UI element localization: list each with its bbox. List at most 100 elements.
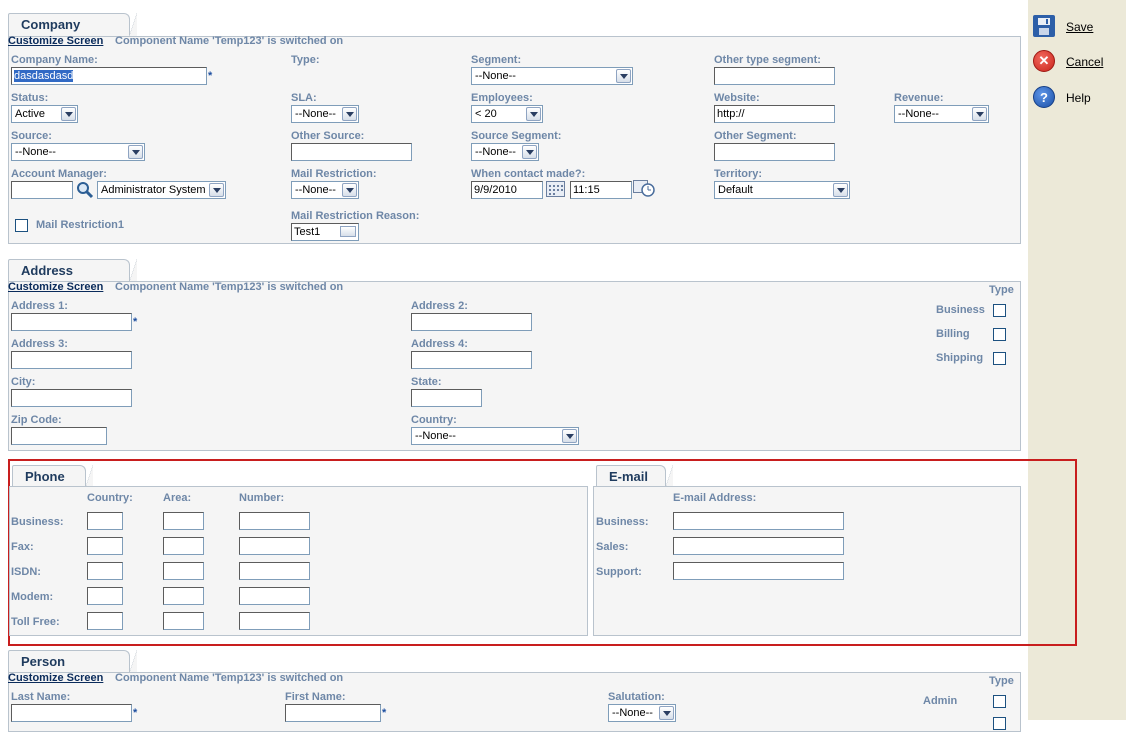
source-select[interactable]: --None-- bbox=[11, 143, 145, 161]
phone-business-number-input[interactable] bbox=[239, 512, 310, 530]
contact-date-input[interactable]: 9/9/2010 bbox=[471, 181, 543, 199]
contact-time-input[interactable]: 11:15 bbox=[570, 181, 632, 199]
website-input[interactable]: http:// bbox=[714, 105, 835, 123]
required-marker: * bbox=[133, 707, 138, 719]
email-sales-input[interactable] bbox=[673, 537, 844, 555]
territory-value: Default bbox=[718, 184, 753, 196]
mail-restriction-select[interactable]: --None-- bbox=[291, 181, 359, 199]
component-note-address: Component Name 'Temp123' is switched on bbox=[115, 281, 344, 293]
address3-label: Address 3: bbox=[11, 338, 68, 350]
tab-person: Person bbox=[8, 650, 137, 674]
account-manager-input[interactable] bbox=[11, 181, 73, 199]
mail-restriction-reason-label: Mail Restriction Reason: bbox=[291, 210, 420, 222]
company-name-input[interactable]: dasdasdasd bbox=[11, 67, 207, 85]
cancel-button[interactable]: ✕ Cancel bbox=[1033, 50, 1113, 74]
shipping-type-checkbox[interactable] bbox=[993, 352, 1006, 365]
last-name-input[interactable] bbox=[11, 704, 132, 722]
state-input[interactable] bbox=[411, 389, 482, 407]
mail-restriction-value: --None-- bbox=[295, 184, 336, 196]
customize-screen-link-company[interactable]: Customize Screen bbox=[8, 35, 103, 47]
phone-tollfree-country-input[interactable] bbox=[87, 612, 123, 630]
calendar-icon[interactable] bbox=[546, 181, 565, 197]
website-value: http:// bbox=[717, 108, 745, 120]
phone-tollfree-area-input[interactable] bbox=[163, 612, 204, 630]
phone-fax-area-input[interactable] bbox=[163, 537, 204, 555]
other-source-input[interactable] bbox=[291, 143, 412, 161]
employees-value: < 20 bbox=[475, 108, 497, 120]
source-segment-select[interactable]: --None-- bbox=[471, 143, 539, 161]
tab-address: Address bbox=[8, 259, 137, 283]
phone-fax-country-input[interactable] bbox=[87, 537, 123, 555]
mail-restriction-reason-input[interactable]: Test1 bbox=[291, 223, 359, 241]
list-picker-icon[interactable] bbox=[340, 226, 356, 237]
clock-icon[interactable] bbox=[633, 180, 655, 198]
address2-input[interactable] bbox=[411, 313, 532, 331]
territory-select[interactable]: Default bbox=[714, 181, 850, 199]
segment-label: Segment: bbox=[471, 54, 522, 66]
website-label: Website: bbox=[714, 92, 760, 104]
phone-row-label: Business: bbox=[11, 516, 64, 528]
help-label: Help bbox=[1066, 91, 1091, 105]
other-type-segment-label: Other type segment: bbox=[714, 54, 821, 66]
employees-select[interactable]: < 20 bbox=[471, 105, 543, 123]
country-select[interactable]: --None-- bbox=[411, 427, 579, 445]
phone-isdn-country-input[interactable] bbox=[87, 562, 123, 580]
company-name-value: dasdasdasd bbox=[14, 70, 74, 82]
type-label: Type: bbox=[291, 54, 320, 66]
business-type-checkbox[interactable] bbox=[993, 304, 1006, 317]
account-manager-label: Account Manager: bbox=[11, 168, 107, 180]
source-value: --None-- bbox=[15, 146, 56, 158]
address4-input[interactable] bbox=[411, 351, 532, 369]
phone-business-area-input[interactable] bbox=[163, 512, 204, 530]
phone-fax-number-input[interactable] bbox=[239, 537, 310, 555]
type-checkbox[interactable] bbox=[993, 717, 1006, 730]
country-value: --None-- bbox=[415, 430, 456, 442]
lookup-magnifier-icon[interactable] bbox=[76, 181, 94, 199]
segment-value: --None-- bbox=[475, 70, 516, 82]
phone-isdn-number-input[interactable] bbox=[239, 562, 310, 580]
other-type-segment-input[interactable] bbox=[714, 67, 835, 85]
email-row-label: Business: bbox=[596, 516, 649, 528]
revenue-select[interactable]: --None-- bbox=[894, 105, 989, 123]
address3-input[interactable] bbox=[11, 351, 132, 369]
salutation-value: --None-- bbox=[612, 707, 653, 719]
phone-tollfree-number-input[interactable] bbox=[239, 612, 310, 630]
tab-phone-label: Phone bbox=[25, 469, 65, 484]
city-input[interactable] bbox=[11, 389, 132, 407]
zip-label: Zip Code: bbox=[11, 414, 62, 426]
phone-modem-area-input[interactable] bbox=[163, 587, 204, 605]
help-button[interactable]: ? Help bbox=[1033, 86, 1113, 110]
chevron-down-icon bbox=[342, 183, 357, 197]
segment-select[interactable]: --None-- bbox=[471, 67, 633, 85]
phone-modem-country-input[interactable] bbox=[87, 587, 123, 605]
cancel-label: Cancel bbox=[1066, 55, 1104, 69]
phone-isdn-area-input[interactable] bbox=[163, 562, 204, 580]
phone-business-country-input[interactable] bbox=[87, 512, 123, 530]
phone-modem-number-input[interactable] bbox=[239, 587, 310, 605]
mail-restriction1-checkbox[interactable] bbox=[15, 219, 28, 232]
account-manager-select[interactable]: Administrator System bbox=[97, 181, 226, 199]
shipping-type-label: Shipping bbox=[936, 352, 984, 364]
first-name-input[interactable] bbox=[285, 704, 381, 722]
other-segment-input[interactable] bbox=[714, 143, 835, 161]
email-row-label: Sales: bbox=[596, 541, 629, 553]
address1-input[interactable] bbox=[11, 313, 132, 331]
required-marker: * bbox=[133, 316, 138, 328]
chevron-down-icon bbox=[522, 145, 537, 159]
customize-screen-link-address[interactable]: Customize Screen bbox=[8, 281, 103, 293]
admin-type-checkbox[interactable] bbox=[993, 695, 1006, 708]
email-business-input[interactable] bbox=[673, 512, 844, 530]
billing-type-checkbox[interactable] bbox=[993, 328, 1006, 341]
source-segment-label: Source Segment: bbox=[471, 130, 562, 142]
required-marker: * bbox=[208, 70, 213, 82]
salutation-select[interactable]: --None-- bbox=[608, 704, 676, 722]
customize-screen-link-person[interactable]: Customize Screen bbox=[8, 672, 103, 684]
status-select[interactable]: Active bbox=[11, 105, 78, 123]
zip-input[interactable] bbox=[11, 427, 107, 445]
sla-select[interactable]: --None-- bbox=[291, 105, 359, 123]
mail-restriction-reason-value: Test1 bbox=[294, 226, 321, 238]
email-support-input[interactable] bbox=[673, 562, 844, 580]
save-button[interactable]: Save bbox=[1033, 15, 1113, 39]
address-type-label: Type bbox=[989, 284, 1014, 296]
other-source-label: Other Source: bbox=[291, 130, 365, 142]
